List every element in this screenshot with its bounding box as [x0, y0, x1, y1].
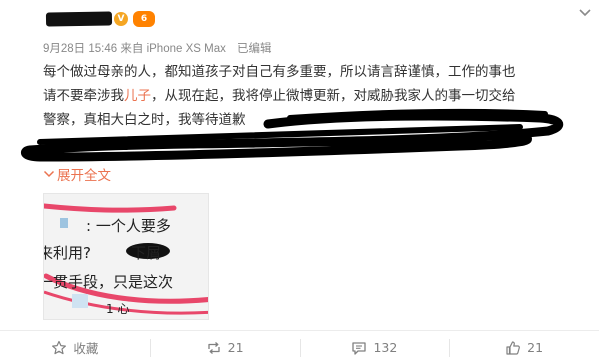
username-redaction[interactable] — [45, 11, 113, 27]
edited-label[interactable]: 已编辑 — [237, 43, 272, 55]
comment-count: 132 — [373, 340, 398, 355]
image-text-line-2: 来利用? 下屑 — [43, 242, 161, 263]
image-text-prefix: : — [86, 217, 96, 235]
post-line-2: 请不要牵涉我儿子，从现在起，我将停止微博更新，对威胁我家人的事一切交给 — [43, 84, 583, 108]
expand-label: 展开全文 — [57, 168, 111, 184]
repost-button[interactable]: 21 — [149, 338, 300, 358]
image-text-line-1: : 一个人要多 — [86, 215, 171, 236]
post-line-2-before: 请不要牵涉我 — [43, 88, 124, 104]
hashtag-link[interactable]: 儿子 — [124, 88, 151, 104]
image-text-line-3: 一贯手段，只是这次 — [43, 273, 174, 291]
post-meta: 9月28日 15:46 来自 iPhone XS Max 已编辑 — [43, 40, 272, 56]
like-button[interactable]: 21 — [449, 338, 599, 358]
like-count: 21 — [527, 340, 544, 355]
image-text-main: 一个人要多 — [95, 217, 171, 235]
chevron-down-icon — [43, 170, 55, 178]
chevron-down-icon[interactable] — [577, 6, 593, 20]
repost-count: 21 — [227, 340, 244, 355]
favorite-button[interactable]: 收藏 — [0, 338, 150, 358]
repost-icon — [208, 341, 220, 354]
post-line-2-after: ，从现在起，我将停止微博更新，对威胁我家人的事一切交给 — [151, 88, 516, 104]
image-text-left: 来利用? — [43, 244, 91, 262]
action-bar: 收藏 21 132 21 — [0, 331, 599, 364]
like-icon — [506, 340, 521, 355]
comment-button[interactable]: 132 — [299, 338, 450, 358]
image-text-right: 下屑 — [130, 244, 161, 262]
post-source: 来自 iPhone XS Max — [120, 43, 226, 55]
comment-icon — [352, 341, 367, 355]
level-badge-icon: 6 — [133, 11, 155, 27]
image-text-line-4: 1 心 — [106, 302, 130, 316]
post-timestamp[interactable]: 9月28日 15:46 — [43, 43, 117, 55]
star-icon — [52, 340, 67, 354]
post-line-1: 每个做过母亲的人，都知道孩子对自己有多重要，所以请言辞谨慎，工作的事也 — [43, 64, 516, 80]
post-text: 每个做过母亲的人，都知道孩子对自己有多重要，所以请言辞谨慎，工作的事也 请不要牵… — [43, 60, 583, 132]
favorite-label: 收藏 — [73, 341, 99, 356]
post-line-3: 警察，真相大白之时，我等待道歉 — [43, 112, 246, 128]
expand-full-text[interactable]: 展开全文 — [43, 164, 111, 184]
post-image[interactable]: : 一个人要多 来利用? 下屑 一贯手段，只是这次 1 心 — [43, 193, 209, 320]
vip-badge-icon: V — [114, 12, 128, 26]
